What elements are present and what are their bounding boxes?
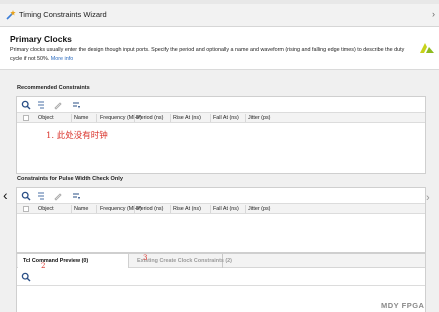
window-title: Timing Constraints Wizard: [19, 10, 107, 19]
recommended-constraints-table: Object Name Frequency (MHz) Period (ns) …: [16, 96, 426, 174]
annotation-marker-3: 3: [143, 254, 148, 262]
pulse-width-table: Object Name Frequency (MHz) Period (ns) …: [16, 187, 426, 253]
column-header[interactable]: Frequency (MHz): [100, 115, 142, 121]
column-header[interactable]: Frequency (MHz): [100, 206, 142, 212]
collapse-icon[interactable]: [36, 191, 46, 201]
column-header[interactable]: Rise At (ns): [173, 115, 201, 121]
annotation-marker-2: 2: [41, 262, 46, 270]
chevron-left-icon[interactable]: ‹: [3, 188, 8, 202]
sort-icon[interactable]: [71, 191, 81, 201]
chevron-right-icon[interactable]: ›: [426, 193, 430, 204]
edit-icon[interactable]: [53, 191, 63, 201]
table-toolbar: [17, 188, 425, 203]
divider: [17, 285, 425, 286]
page-description: Primary clocks usually enter the design …: [10, 46, 418, 63]
column-header[interactable]: Fall At (ns): [213, 115, 239, 121]
wizard-wand-icon: [6, 10, 16, 20]
column-header[interactable]: Period (ns): [137, 115, 163, 121]
vivado-logo-icon: [420, 43, 434, 53]
table-header: Object Name Frequency (MHz) Period (ns) …: [17, 112, 425, 123]
page-title: Primary Clocks: [10, 34, 72, 44]
recommended-constraints-title: Recommended Constraints: [17, 85, 90, 91]
edit-icon[interactable]: [53, 100, 63, 110]
watermark: MDY FPGA: [381, 301, 425, 310]
select-all-checkbox[interactable]: [23, 206, 29, 212]
tab-tcl-preview[interactable]: Tcl Command Preview (0): [18, 254, 129, 268]
page-header: Primary Clocks Primary clocks usually en…: [0, 27, 439, 69]
search-icon[interactable]: [21, 272, 31, 282]
more-info-link[interactable]: More info: [51, 56, 73, 62]
preview-tab-panel: Tcl Command Preview (0) Existing Create …: [16, 253, 426, 312]
search-icon[interactable]: [21, 100, 31, 110]
column-header[interactable]: Object: [38, 115, 54, 121]
chevron-right-icon[interactable]: ›: [432, 9, 435, 19]
column-header[interactable]: Period (ns): [137, 206, 163, 212]
table-toolbar: [17, 97, 425, 112]
search-icon[interactable]: [21, 191, 31, 201]
sort-icon[interactable]: [71, 100, 81, 110]
collapse-icon[interactable]: [36, 100, 46, 110]
column-header[interactable]: Jitter (ps): [248, 115, 270, 121]
column-header[interactable]: Rise At (ns): [173, 206, 201, 212]
annotation-no-clock: 1. 此处没有时钟: [46, 131, 108, 141]
title-bar: Timing Constraints Wizard ›: [0, 4, 439, 27]
select-all-checkbox[interactable]: [23, 115, 29, 121]
column-header[interactable]: Name: [74, 206, 88, 212]
table-header: Object Name Frequency (MHz) Period (ns) …: [17, 203, 425, 214]
column-header[interactable]: Object: [38, 206, 54, 212]
column-header[interactable]: Name: [74, 115, 88, 121]
column-header[interactable]: Fall At (ns): [213, 206, 239, 212]
tab-strip: Tcl Command Preview (0) Existing Create …: [17, 254, 425, 268]
pulse-width-title: Constraints for Pulse Width Check Only: [17, 176, 123, 182]
column-header[interactable]: Jitter (ps): [248, 206, 270, 212]
